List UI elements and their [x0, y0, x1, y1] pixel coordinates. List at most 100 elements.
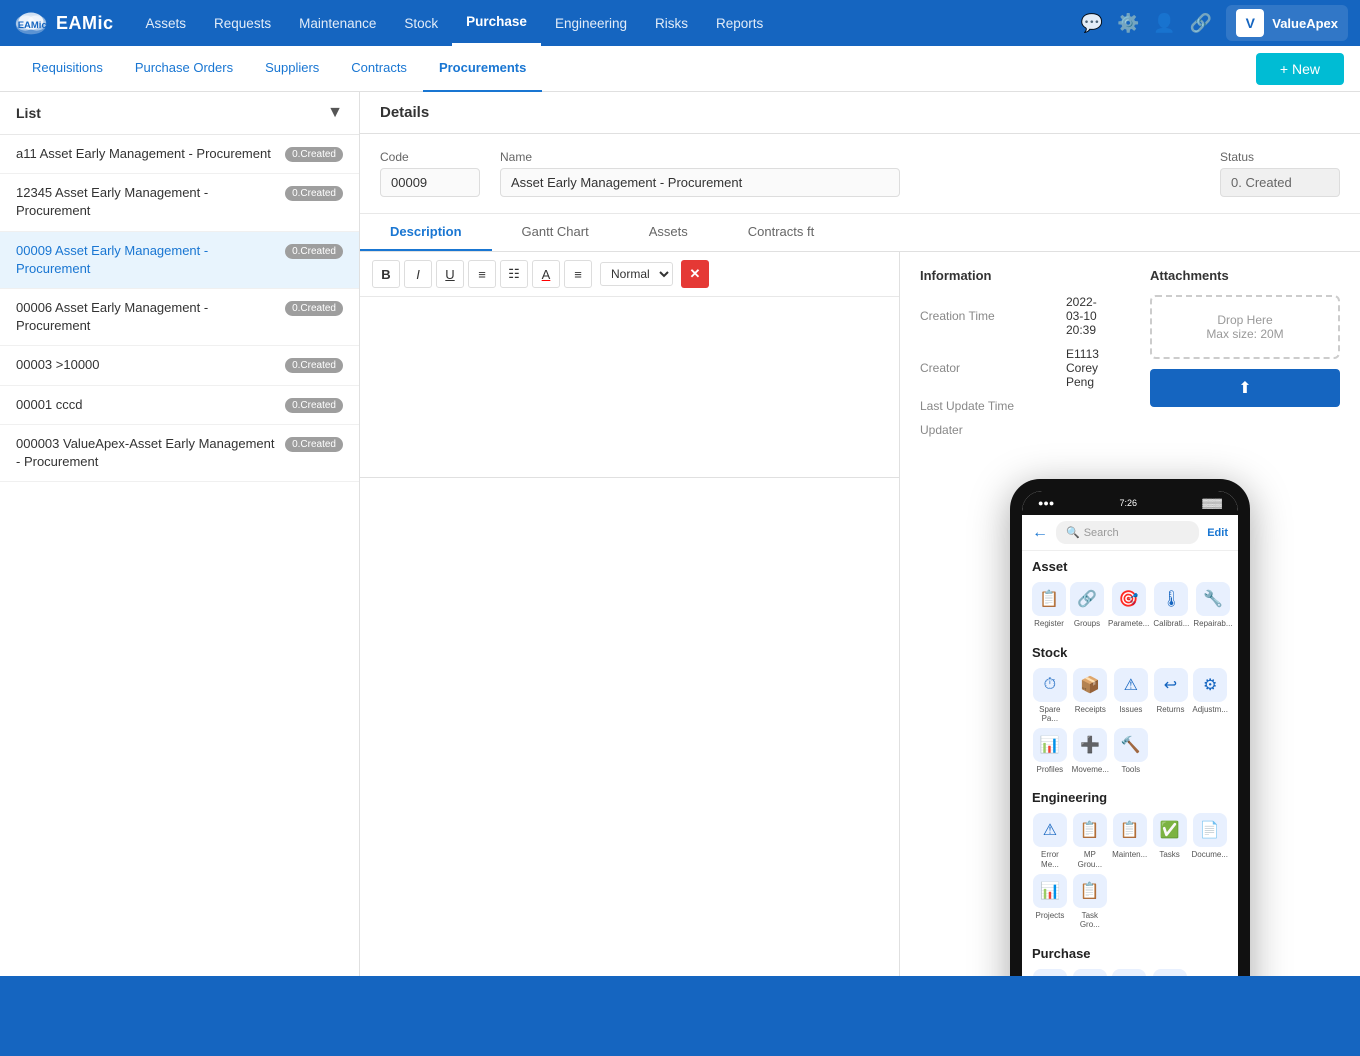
editor-section: B I U ≡ ☷ A ≡ Normal ✕: [360, 252, 899, 478]
phone-grid-item[interactable]: 🛒 Requisiti...: [1151, 969, 1188, 976]
creation-time-value: 2022-03-10 20:39: [1066, 295, 1110, 337]
filter-icon[interactable]: ▼: [327, 104, 343, 122]
nav-item-assets[interactable]: Assets: [132, 0, 201, 46]
user-icon[interactable]: 👤: [1153, 13, 1175, 34]
subnav-purchase-orders[interactable]: Purchase Orders: [119, 46, 249, 92]
phone-grid-icon: 👤: [1073, 969, 1107, 976]
phone-grid-item[interactable]: 📋 Task Gro...: [1072, 874, 1108, 930]
logo[interactable]: EAMic EAMic: [12, 4, 114, 42]
list-item[interactable]: 000003 ValueApex-Asset Early Management …: [0, 425, 359, 482]
list-item[interactable]: 00006 Asset Early Management - Procureme…: [0, 289, 359, 346]
phone-grid: 📋 Purchas... 👤 Suppliers 📄 Contract 🛒 Re…: [1032, 969, 1228, 976]
nav-item-maintenance[interactable]: Maintenance: [285, 0, 390, 46]
tab-assets[interactable]: Assets: [619, 214, 718, 251]
list-ol-button[interactable]: ☷: [500, 260, 528, 288]
form-section: Code Name Status: [360, 134, 1360, 214]
font-size-select[interactable]: Normal: [600, 262, 673, 286]
align-button[interactable]: ≡: [564, 260, 592, 288]
tab-contracts[interactable]: Contracts ft: [718, 214, 844, 251]
phone-search-input[interactable]: 🔍 Search: [1056, 521, 1199, 544]
phone-grid-item[interactable]: 📊 Projects: [1032, 874, 1068, 930]
list-ul-button[interactable]: ≡: [468, 260, 496, 288]
valueapex-brand[interactable]: V ValueApex: [1226, 5, 1348, 41]
information-title: Information: [920, 268, 1110, 283]
phone-grid-item[interactable]: 🔧 Repairab...: [1193, 582, 1232, 629]
underline-button[interactable]: U: [436, 260, 464, 288]
phone-back-button[interactable]: ←: [1032, 524, 1048, 542]
phone-grid-item[interactable]: ➕ Moveme...: [1072, 728, 1109, 775]
phone-grid-label: Adjustm...: [1192, 705, 1228, 715]
new-button[interactable]: + New: [1256, 53, 1344, 85]
phone-grid-label: Register: [1034, 619, 1064, 629]
subnav-suppliers[interactable]: Suppliers: [249, 46, 335, 92]
bold-button[interactable]: B: [372, 260, 400, 288]
phone-grid-item[interactable]: ⚙ Adjustm...: [1192, 668, 1228, 724]
nav-item-requests[interactable]: Requests: [200, 0, 285, 46]
drop-zone[interactable]: Drop Here Max size: 20M: [1150, 295, 1340, 359]
phone-grid-item[interactable]: 👤 Suppliers: [1072, 969, 1108, 976]
drop-text: Drop Here: [1168, 313, 1322, 327]
phone-grid-item[interactable]: ⚠ Error Me...: [1032, 813, 1068, 869]
code-input[interactable]: [380, 168, 480, 197]
phone-grid-item[interactable]: 🌡 Calibrati...: [1153, 582, 1189, 629]
clear-format-button[interactable]: ✕: [681, 260, 709, 288]
nav-item-stock[interactable]: Stock: [390, 0, 452, 46]
status-badge: 0.Created: [285, 398, 343, 413]
name-input[interactable]: [500, 168, 900, 197]
phone-grid-item[interactable]: 📊 Profiles: [1032, 728, 1068, 775]
settings-icon[interactable]: ⚙️: [1117, 13, 1139, 34]
svg-text:EAMic: EAMic: [18, 20, 47, 31]
phone-search-bar: ← 🔍 Search Edit: [1022, 515, 1238, 551]
tab-description[interactable]: Description: [360, 214, 492, 251]
phone-grid-item[interactable]: ↩ Returns: [1153, 668, 1189, 724]
phone-grid-item[interactable]: 📋 Register: [1032, 582, 1066, 629]
phone-grid-item[interactable]: ⏱ Spare Pa...: [1032, 668, 1068, 724]
chat-icon[interactable]: 💬: [1081, 13, 1103, 34]
nav-item-reports[interactable]: Reports: [702, 0, 777, 46]
upload-button[interactable]: ⬆: [1150, 369, 1340, 407]
nav-item-engineering[interactable]: Engineering: [541, 0, 641, 46]
phone-grid-item[interactable]: 📦 Receipts: [1072, 668, 1109, 724]
list-item[interactable]: 00003 >10000 0.Created: [0, 346, 359, 385]
creator-row: Creator E1113 Corey Peng: [920, 347, 1110, 389]
list-title: List: [16, 105, 41, 121]
phone-grid-icon: 📋: [1113, 813, 1147, 847]
highlight-button[interactable]: A: [532, 260, 560, 288]
phone-grid-label: Paramete...: [1108, 619, 1149, 629]
phone-grid-item[interactable]: 📋 Mainten...: [1112, 813, 1148, 869]
link-icon[interactable]: 🔗: [1190, 13, 1212, 34]
phone-grid-item[interactable]: ⚠ Issues: [1113, 668, 1149, 724]
phone-grid-item[interactable]: 📋 MP Grou...: [1072, 813, 1108, 869]
phone-grid-label: Tools: [1121, 765, 1140, 775]
nav-item-purchase[interactable]: Purchase: [452, 0, 541, 46]
phone-grid: 📋 Register 🔗 Groups 🎯 Paramete... 🌡 Cali…: [1032, 582, 1228, 629]
phone-grid-item[interactable]: 📄 Contract: [1112, 969, 1148, 976]
editor-body[interactable]: [360, 297, 899, 477]
nav-item-risks[interactable]: Risks: [641, 0, 702, 46]
list-item[interactable]: 00009 Asset Early Management - Procureme…: [0, 232, 359, 289]
phone-grid-item[interactable]: 📄 Docume...: [1192, 813, 1228, 869]
information-section: Information Creation Time 2022-03-10 20:…: [920, 268, 1110, 447]
phone-grid-item[interactable]: 🎯 Paramete...: [1108, 582, 1149, 629]
phone-grid-icon: 🎯: [1112, 582, 1146, 616]
phone-grid-item[interactable]: 🔨 Tools: [1113, 728, 1149, 775]
list-item[interactable]: 00001 cccd 0.Created: [0, 386, 359, 425]
subnav-contracts[interactable]: Contracts: [335, 46, 423, 92]
code-group: Code: [380, 150, 480, 197]
status-input[interactable]: [1220, 168, 1340, 197]
list-item[interactable]: 12345 Asset Early Management - Procureme…: [0, 174, 359, 231]
phone-grid-label: Groups: [1074, 619, 1100, 629]
creator-label: Creator: [920, 361, 1050, 375]
list-item[interactable]: a11 Asset Early Management - Procurement…: [0, 135, 359, 174]
italic-button[interactable]: I: [404, 260, 432, 288]
subnav-requisitions[interactable]: Requisitions: [16, 46, 119, 92]
phone-grid-item[interactable]: 🔗 Groups: [1070, 582, 1104, 629]
phone-grid-item[interactable]: 📋 Purchas...: [1032, 969, 1068, 976]
phone-grid-item[interactable]: ✅ Tasks: [1152, 813, 1188, 869]
tab-gantt[interactable]: Gantt Chart: [492, 214, 619, 251]
phone-grid-icon: 📊: [1033, 874, 1067, 908]
phone-edit-button[interactable]: Edit: [1207, 527, 1228, 539]
valueapex-label: ValueApex: [1272, 16, 1338, 31]
subnav-procurements[interactable]: Procurements: [423, 46, 542, 92]
phone-section: Engineering ⚠ Error Me... 📋 MP Grou... 📋…: [1022, 782, 1238, 937]
